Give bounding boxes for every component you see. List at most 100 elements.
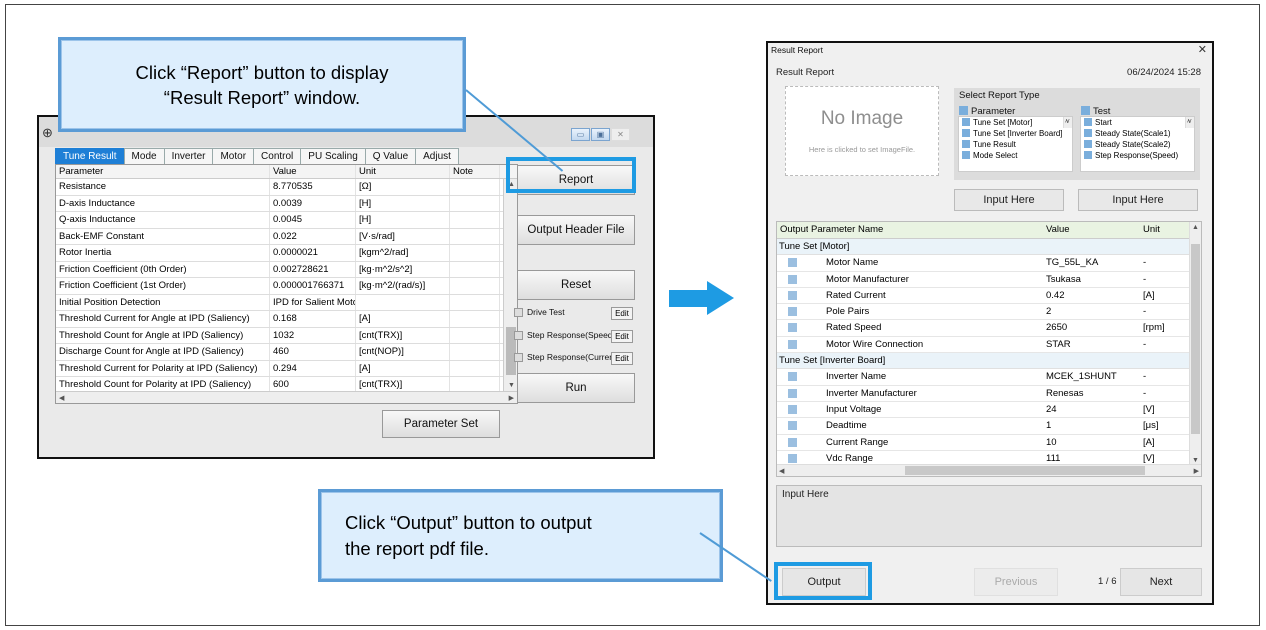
checkbox-checked-icon[interactable] <box>1084 118 1092 126</box>
output-checkbox-cell[interactable] <box>777 288 808 303</box>
output-checkbox-cell[interactable] <box>777 402 808 417</box>
output-checkbox-cell[interactable] <box>777 418 808 433</box>
checkbox-checked-icon[interactable] <box>1084 129 1092 137</box>
scroll-right-icon[interactable]: ▶ <box>1194 467 1199 475</box>
scroll-left-icon[interactable]: ◀ <box>779 467 784 475</box>
checkbox-checked-icon[interactable] <box>788 290 797 300</box>
scroll-right-icon[interactable]: ▶ <box>509 394 514 402</box>
checkbox-checked-icon[interactable] <box>788 258 797 268</box>
close-icon[interactable]: ✕ <box>1198 43 1207 56</box>
horizontal-scrollbar[interactable]: ◀ ▶ <box>777 464 1201 476</box>
tab-control[interactable]: Control <box>253 148 302 164</box>
checkbox-checked-icon[interactable] <box>1084 151 1092 159</box>
output-checkbox-cell[interactable] <box>777 272 808 287</box>
output-checkbox-cell[interactable] <box>777 304 808 319</box>
scroll-down-icon[interactable]: ▼ <box>508 382 515 389</box>
image-placeholder[interactable]: No Image Here is clicked to set ImageFil… <box>785 86 939 176</box>
output-checkbox-cell[interactable] <box>777 435 808 450</box>
output-checkbox-cell[interactable] <box>777 320 808 335</box>
output-checkbox-cell[interactable] <box>777 386 808 401</box>
checkbox-checked-icon[interactable] <box>959 106 968 115</box>
input-field-2[interactable]: Input Here <box>1078 189 1198 211</box>
tab-pu-scaling[interactable]: PU Scaling <box>300 148 366 164</box>
next-button[interactable]: Next <box>1120 568 1202 596</box>
list-item[interactable]: Tune Result <box>959 139 1072 150</box>
input-field-1[interactable]: Input Here <box>954 189 1064 211</box>
scroll-down-icon[interactable]: v <box>1066 117 1070 127</box>
list-item[interactable]: Tune Set [Inverter Board] <box>959 128 1072 139</box>
checkbox-checked-icon[interactable] <box>962 151 970 159</box>
table-cell <box>450 212 500 228</box>
checkbox-checked-icon[interactable] <box>788 437 797 447</box>
maximize-icon[interactable]: ▣ <box>591 128 610 141</box>
scroll-down-icon[interactable]: ▼ <box>1192 457 1199 464</box>
tab-q-value[interactable]: Q Value <box>364 148 417 164</box>
table-cell <box>450 261 500 277</box>
vertical-scrollbar[interactable]: ▲ ▼ <box>1189 222 1201 466</box>
table-cell: Rotor Inertia <box>56 245 270 261</box>
checkbox-checked-icon[interactable] <box>962 118 970 126</box>
list-scrollbar[interactable]: ^ v <box>1185 117 1194 128</box>
scroll-thumb[interactable] <box>905 466 1145 475</box>
tab-motor[interactable]: Motor <box>212 148 255 164</box>
table-cell: Back-EMF Constant <box>56 228 270 244</box>
output-header-file-button[interactable]: Output Header File <box>517 215 635 245</box>
step-response-speed-checkbox[interactable]: Step Response(Speed) <box>514 330 615 340</box>
report-callout: Click “Report” button to display “Result… <box>58 37 466 132</box>
previous-button[interactable]: Previous <box>974 568 1058 596</box>
list-item[interactable]: Tune Set [Motor] <box>959 117 1072 128</box>
parameter-set-button[interactable]: Parameter Set <box>382 410 500 438</box>
checkbox-checked-icon[interactable] <box>962 140 970 148</box>
edit-button[interactable]: Edit <box>611 352 633 365</box>
scroll-thumb[interactable] <box>1191 244 1200 434</box>
tab-mode[interactable]: Mode <box>123 148 165 164</box>
checkbox-checked-icon[interactable] <box>788 274 797 284</box>
scroll-left-icon[interactable]: ◀ <box>59 394 64 402</box>
tab-inverter[interactable]: Inverter <box>163 148 214 164</box>
table-cell: Rated Current <box>826 289 886 301</box>
edit-button[interactable]: Edit <box>611 307 633 320</box>
scroll-down-icon[interactable]: v <box>1188 117 1192 127</box>
checkbox-checked-icon[interactable] <box>788 404 797 414</box>
checkbox-checked-icon[interactable] <box>788 421 797 431</box>
close-icon[interactable]: ✕ <box>611 128 630 141</box>
table-cell: Threshold Current for Angle at IPD (Sali… <box>56 311 270 327</box>
checkbox-icon[interactable] <box>514 352 523 362</box>
list-item[interactable]: Mode Select <box>959 150 1072 161</box>
checkbox-icon[interactable] <box>514 307 523 317</box>
list-scrollbar[interactable]: ^ v <box>1063 117 1072 128</box>
table-body: Resistance 8.770535 [Ω] D-axis Inductance 0.… <box>56 179 517 394</box>
step-response-current-checkbox[interactable]: Step Response(Current) <box>514 352 619 362</box>
run-button[interactable]: Run <box>517 373 635 403</box>
checkbox-checked-icon[interactable] <box>1081 106 1090 115</box>
table-body: Tune Set [Motor] Motor Name TG_55L_KA - Moto… <box>777 239 1201 468</box>
edit-button[interactable]: Edit <box>611 330 633 343</box>
reset-button[interactable]: Reset <box>517 270 635 300</box>
scroll-up-icon[interactable]: ▲ <box>1192 224 1199 231</box>
tab-tune-result[interactable]: Tune Result <box>55 148 125 164</box>
drive-test-checkbox[interactable]: Drive Test <box>514 307 565 317</box>
notes-field[interactable]: Input Here <box>776 485 1202 547</box>
horizontal-scrollbar[interactable]: ◀ ▶ <box>56 391 517 403</box>
checkbox-checked-icon[interactable] <box>788 339 797 349</box>
select-report-type: Select Report Type Parameter Test Tune S… <box>954 88 1200 180</box>
list-item[interactable]: Steady State(Scale1) <box>1081 128 1194 139</box>
callout-line-2: the report pdf file. <box>345 538 489 559</box>
list-item[interactable]: Steady State(Scale2) <box>1081 139 1194 150</box>
checkbox-checked-icon[interactable] <box>788 307 797 317</box>
checkbox-checked-icon[interactable] <box>788 388 797 398</box>
output-checkbox-cell[interactable] <box>777 255 808 270</box>
table-cell <box>450 344 500 360</box>
minimize-icon[interactable]: ▭ <box>571 128 590 141</box>
list-item[interactable]: Start <box>1081 117 1194 128</box>
checkbox-checked-icon[interactable] <box>788 372 797 382</box>
output-checkbox-cell[interactable] <box>777 337 808 352</box>
output-checkbox-cell[interactable] <box>777 369 808 384</box>
checkbox-checked-icon[interactable] <box>788 453 797 463</box>
checkbox-checked-icon[interactable] <box>962 129 970 137</box>
checkbox-checked-icon[interactable] <box>788 323 797 333</box>
list-item[interactable]: Step Response(Speed) <box>1081 150 1194 161</box>
checkbox-checked-icon[interactable] <box>1084 140 1092 148</box>
tab-adjust[interactable]: Adjust <box>415 148 459 164</box>
checkbox-icon[interactable] <box>514 330 523 340</box>
